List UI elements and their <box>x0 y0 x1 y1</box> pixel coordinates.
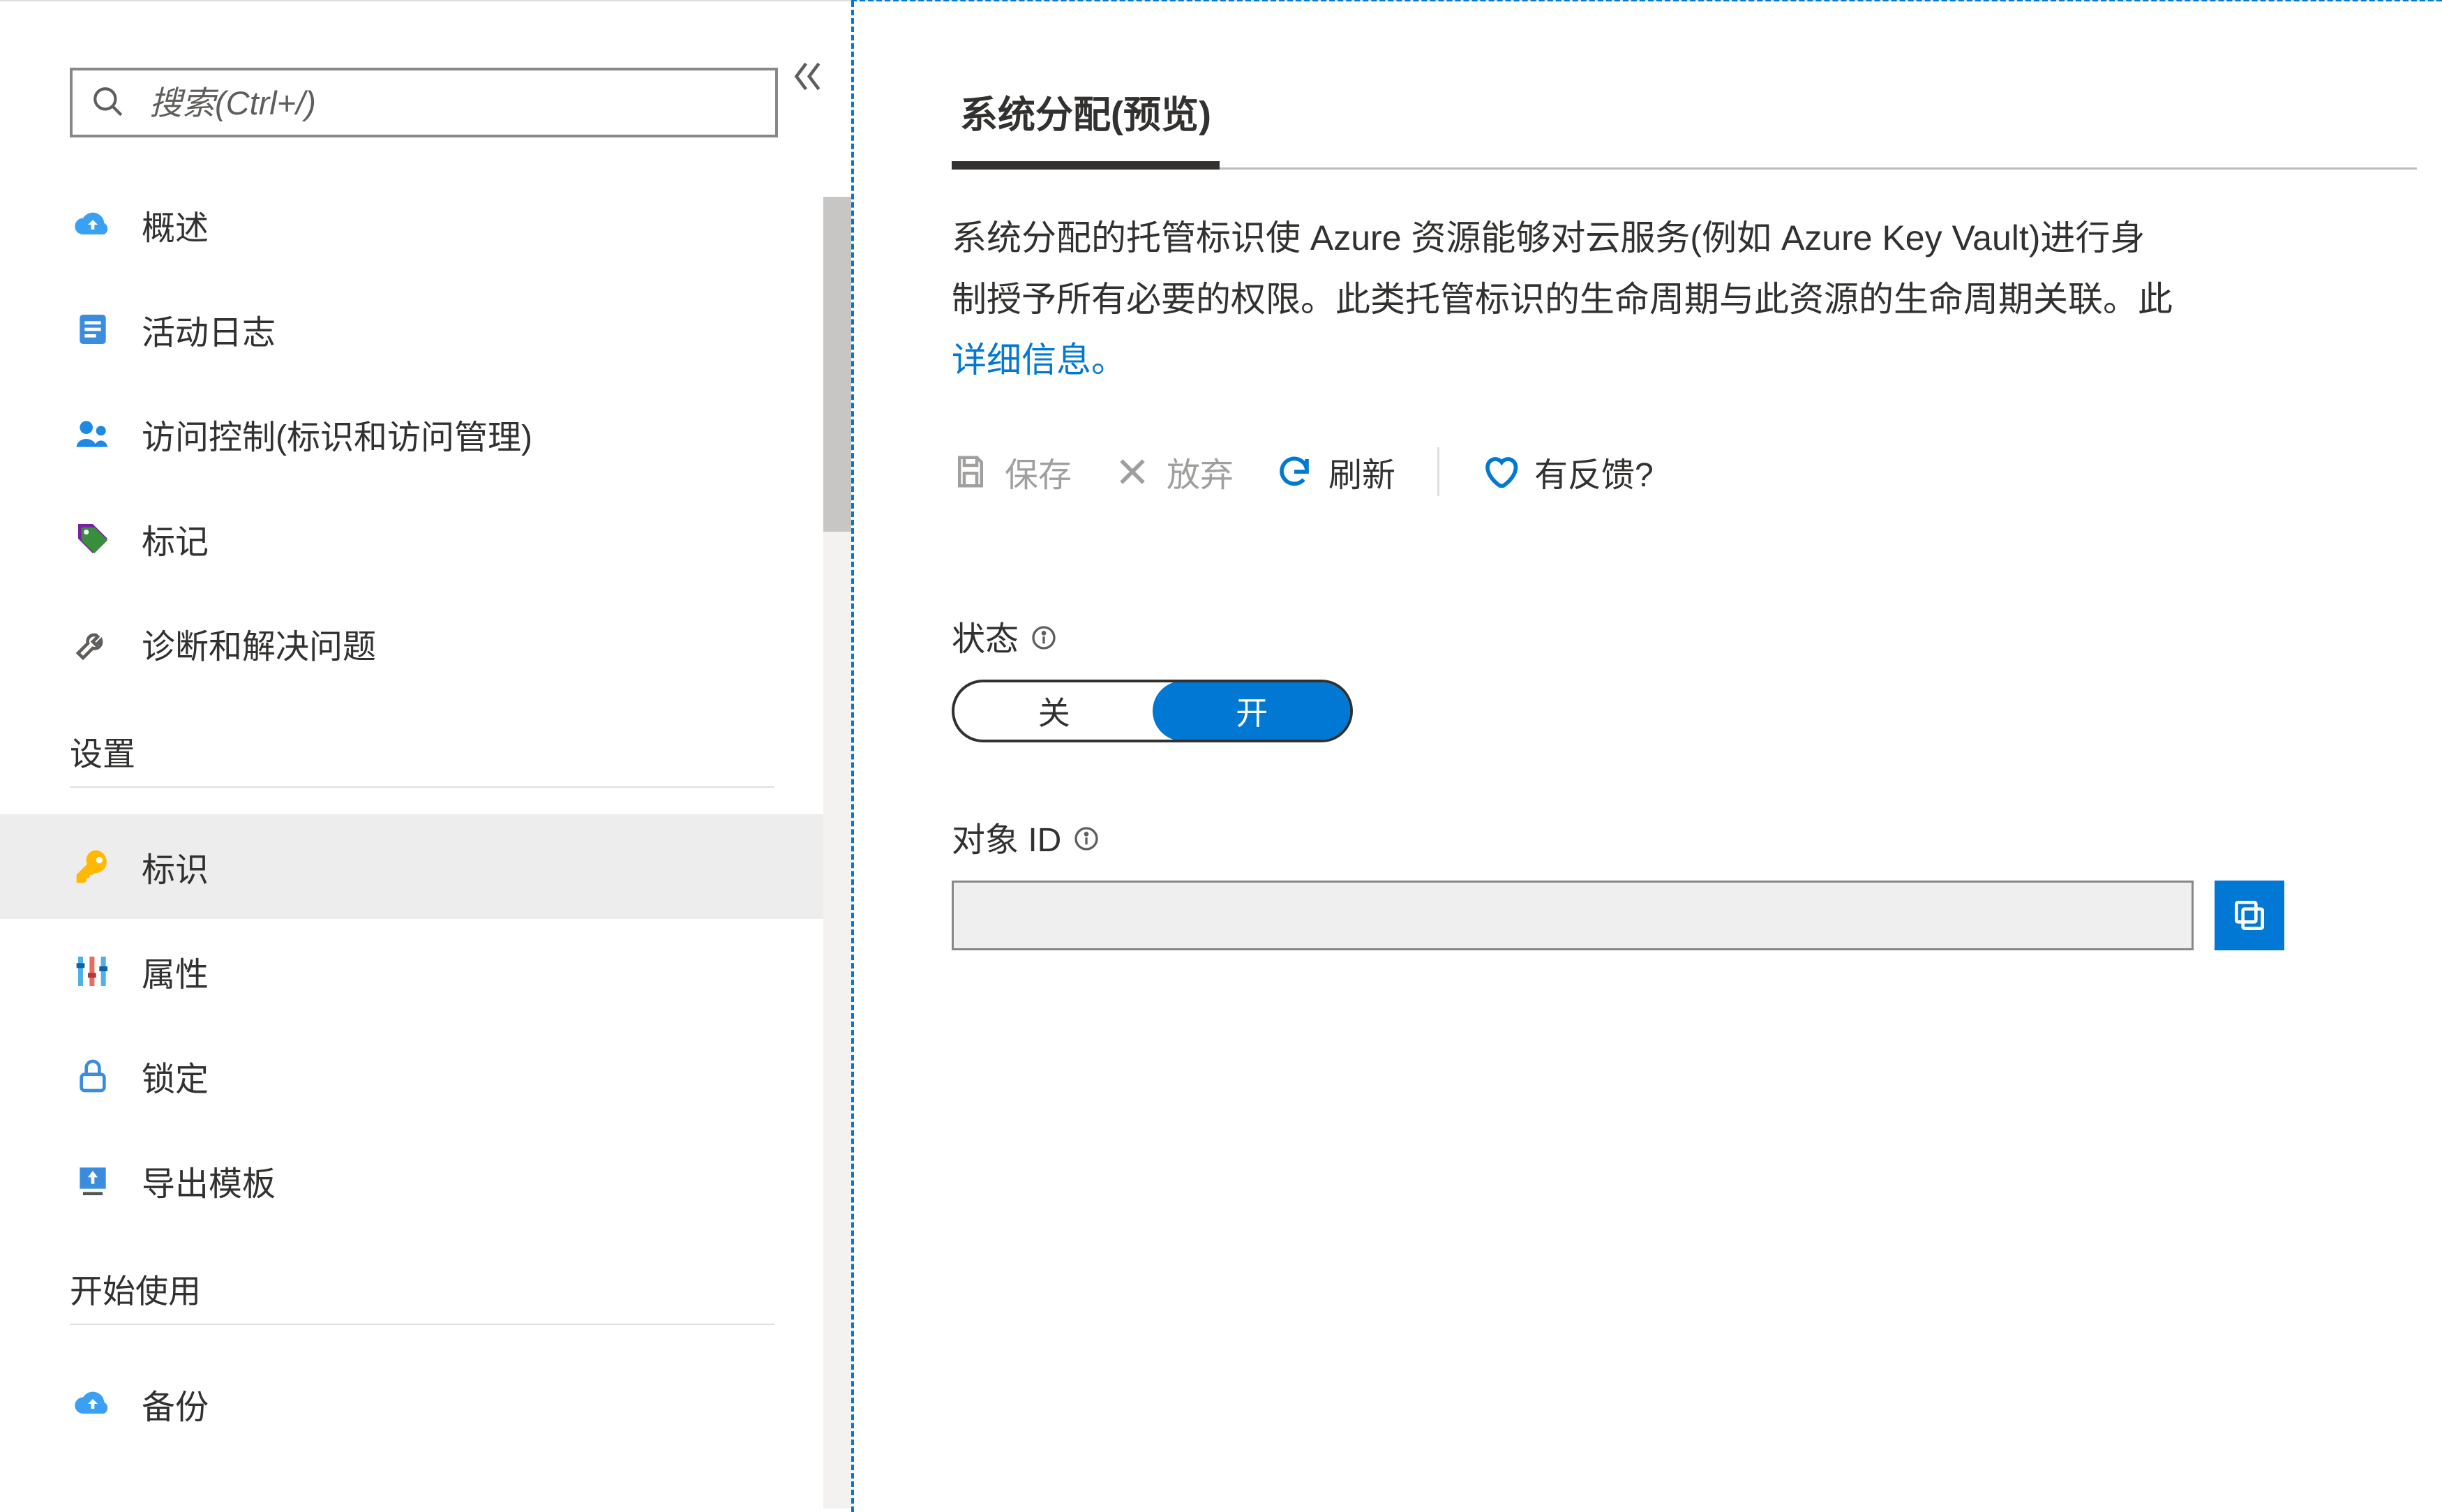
scrollbar-track[interactable] <box>823 197 851 1509</box>
search-wrap <box>70 68 778 137</box>
nav-label: 导出模板 <box>142 1156 276 1205</box>
desc-line1: 系统分配的托管标识使 Azure 资源能够对云服务(例如 Azure Key V… <box>952 218 2145 257</box>
app-root: 概述 活动日志 访问控制(标识和访问管理) 标记 <box>0 1 2442 1512</box>
discard-button: 放弃 <box>1114 447 1234 496</box>
nav-label: 访问控制(标识和访问管理) <box>142 410 532 458</box>
nav-label: 诊断和解决问题 <box>142 619 376 668</box>
nav-label: 备份 <box>142 1379 209 1428</box>
nav-properties[interactable]: 属性 <box>0 919 851 1024</box>
collapse-sidebar-button[interactable] <box>788 57 827 96</box>
object-id-label-row: 对象 ID <box>952 812 1100 861</box>
nav-export-template[interactable]: 导出模板 <box>0 1128 851 1233</box>
people-icon <box>73 414 112 454</box>
toolbar-divider <box>1437 447 1439 496</box>
nav-label: 标识 <box>142 842 209 891</box>
status-toggle[interactable]: 关 开 <box>952 680 1353 742</box>
save-label: 保存 <box>1005 447 1072 496</box>
lock-icon <box>73 1056 112 1095</box>
close-icon <box>1114 453 1151 491</box>
nav-list-start: 备份 <box>0 1352 851 1456</box>
toggle-off[interactable]: 关 <box>954 682 1154 740</box>
search-icon <box>91 84 126 119</box>
tab-system-assigned[interactable]: 系统分配(预览) <box>952 71 1220 170</box>
description-text: 系统分配的托管标识使 Azure 资源能够对云服务(例如 Azure Key V… <box>952 208 2431 391</box>
object-id-field: 对象 ID <box>952 812 2442 950</box>
nav-diagnose[interactable]: 诊断和解决问题 <box>0 591 851 696</box>
nav-access-control[interactable]: 访问控制(标识和访问管理) <box>0 382 851 486</box>
learn-more-link[interactable]: 详细信息。 <box>952 340 1126 380</box>
section-settings: 设置 <box>0 696 851 807</box>
sidebar: 概述 活动日志 访问控制(标识和访问管理) 标记 <box>0 1 851 1512</box>
info-icon[interactable] <box>1030 622 1058 650</box>
nav-label: 标记 <box>142 514 209 563</box>
refresh-button[interactable]: 刷新 <box>1275 447 1395 496</box>
nav-overview[interactable]: 概述 <box>0 172 851 277</box>
sliders-icon <box>73 952 112 991</box>
cloud-icon <box>73 205 112 244</box>
nav-activity-log[interactable]: 活动日志 <box>0 277 851 382</box>
main-content: 系统分配(预览) 系统分配的托管标识使 Azure 资源能够对云服务(例如 Az… <box>854 1 2442 1512</box>
object-id-input[interactable] <box>952 881 2194 950</box>
refresh-label: 刷新 <box>1328 447 1395 496</box>
nav-identity[interactable]: 标识 <box>0 814 851 919</box>
status-label: 状态 <box>952 611 1019 660</box>
nav-label: 活动日志 <box>142 305 276 354</box>
tab-bar: 系统分配(预览) <box>952 71 2417 170</box>
log-icon <box>73 310 112 349</box>
nav-label: 概述 <box>142 200 209 249</box>
nav-locks[interactable]: 锁定 <box>0 1024 851 1128</box>
nav-list-main: 概述 活动日志 访问控制(标识和访问管理) 标记 <box>0 172 851 696</box>
key-icon <box>73 847 112 886</box>
info-icon[interactable] <box>1072 823 1100 851</box>
object-id-row <box>952 881 2442 950</box>
discard-label: 放弃 <box>1167 447 1234 496</box>
object-id-label: 对象 ID <box>952 812 1061 861</box>
status-field: 状态 关 开 <box>952 611 2442 742</box>
status-label-row: 状态 <box>952 611 1058 660</box>
wrench-icon <box>73 624 112 663</box>
save-icon <box>952 453 989 491</box>
toolbar: 保存 放弃 刷新 有反馈? <box>952 447 2442 496</box>
scrollbar-thumb[interactable] <box>823 197 851 532</box>
nav-list-settings: 标识 属性 锁定 导出模板 <box>0 814 851 1233</box>
nav-tags[interactable]: 标记 <box>0 486 851 591</box>
heart-icon <box>1481 453 1519 491</box>
copy-button[interactable] <box>2215 881 2284 950</box>
nav-backup[interactable]: 备份 <box>0 1352 851 1456</box>
save-button: 保存 <box>952 447 1072 496</box>
feedback-button[interactable]: 有反馈? <box>1481 447 1654 496</box>
toggle-on[interactable]: 开 <box>1153 681 1352 741</box>
section-start: 开始使用 <box>0 1233 851 1345</box>
export-icon <box>73 1161 112 1200</box>
search-input[interactable] <box>70 68 778 137</box>
desc-line2: 制授予所有必要的权限。此类托管标识的生命周期与此资源的生命周期关联。此 <box>952 280 2173 319</box>
refresh-icon <box>1275 453 1313 491</box>
tag-icon <box>73 519 112 558</box>
nav-label: 锁定 <box>142 1051 209 1100</box>
nav-label: 属性 <box>142 947 209 996</box>
cloud-backup-icon <box>73 1384 112 1423</box>
feedback-label: 有反馈? <box>1534 447 1654 496</box>
